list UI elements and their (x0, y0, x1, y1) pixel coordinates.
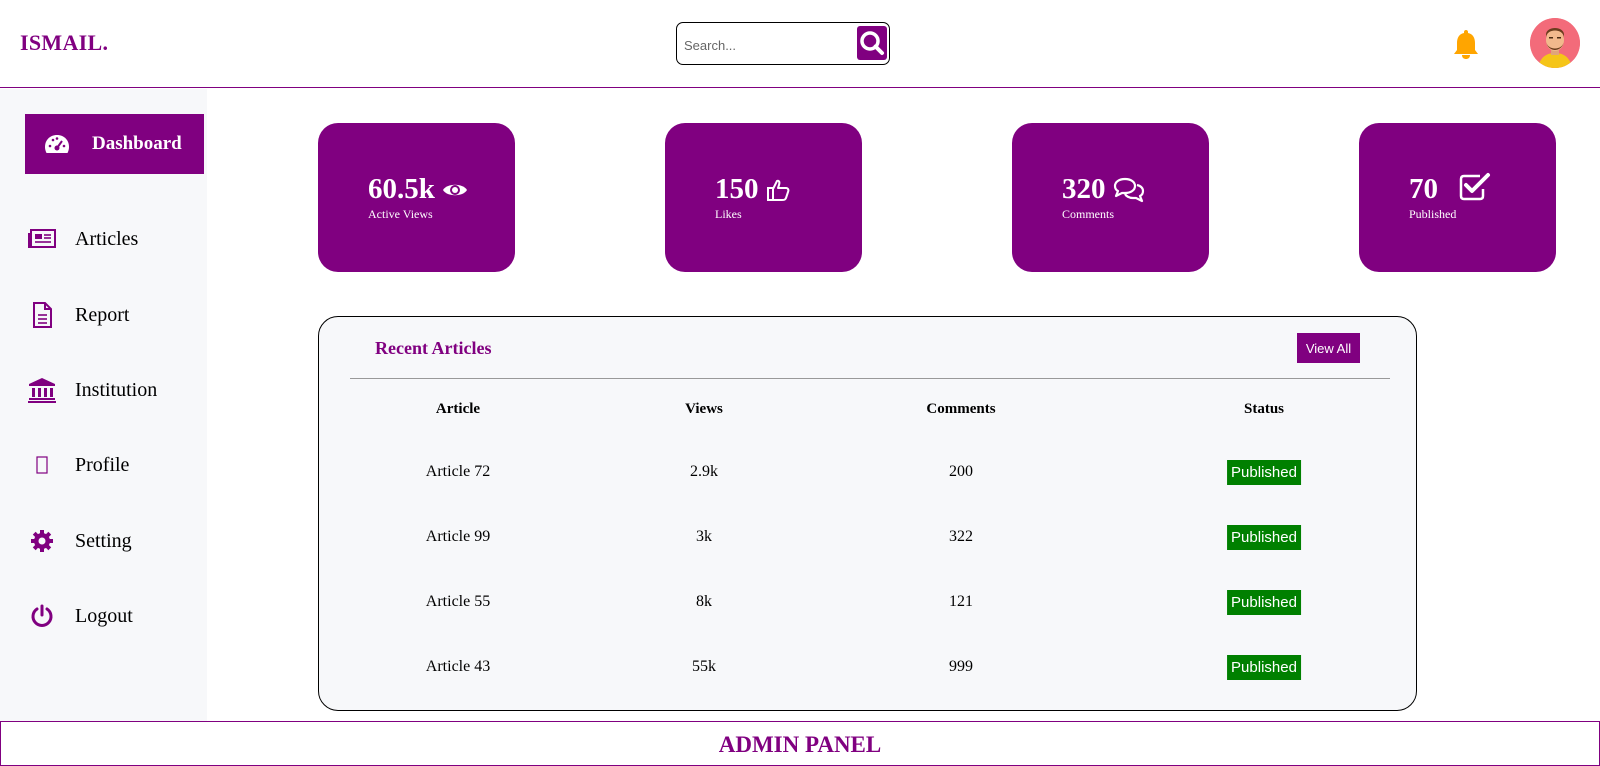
stat-label: Published (1409, 207, 1457, 221)
cell-comments: 121 (949, 593, 973, 610)
sidebar-item-label: Articles (75, 227, 139, 250)
avatar[interactable] (1530, 18, 1580, 68)
stat-card-likes: 150 Likes (665, 123, 862, 272)
stat-value: 60.5k (368, 173, 435, 205)
stat-value: 150 (715, 173, 759, 205)
cell-article: Article 43 (425, 658, 491, 675)
cell-article: Article 99 (425, 528, 491, 545)
status-badge: Published (1227, 655, 1301, 680)
search-box (676, 22, 890, 65)
column-header-status[interactable]: Status (1244, 401, 1284, 418)
search-button[interactable] (857, 26, 887, 60)
brand-logo[interactable]: ISMAIL. (20, 30, 108, 56)
sidebar-item-institution[interactable]: Institution (25, 360, 205, 420)
column-header-views[interactable]: Views (685, 401, 723, 418)
gear-icon (27, 526, 57, 556)
status-badge: Published (1227, 525, 1301, 550)
sidebar-item-label: Report (75, 303, 130, 326)
stat-label: Active Views (368, 207, 433, 221)
sidebar: Dashboard Articles Report Institution Pr… (0, 89, 207, 721)
top-header: ISMAIL. (0, 0, 1600, 88)
bank-icon (27, 375, 57, 405)
cell-comments: 322 (949, 528, 973, 545)
stat-card-views: 60.5k Active Views (318, 123, 515, 272)
power-icon (27, 601, 57, 631)
cell-views: 2.9k (690, 463, 718, 480)
sidebar-item-profile[interactable]: Profile (25, 435, 205, 495)
newspaper-icon (27, 224, 57, 254)
cell-comments: 999 (949, 658, 973, 675)
check-square-icon (1459, 172, 1490, 200)
sidebar-item-report[interactable]: Report (25, 285, 205, 345)
cell-views: 8k (696, 593, 712, 610)
search-icon (860, 31, 884, 55)
cell-comments: 200 (949, 463, 973, 480)
stat-label: Comments (1062, 207, 1115, 221)
footer-title: ADMIN PANEL (718, 732, 882, 757)
sidebar-item-label: Institution (75, 378, 158, 401)
footer: ADMIN PANEL (0, 721, 1600, 766)
recent-articles-panel: Recent Articles View All Article Views C… (318, 316, 1417, 711)
sidebar-item-label: Logout (75, 604, 133, 627)
sidebar-item-dashboard[interactable]: Dashboard (25, 114, 204, 174)
dashboard-icon (42, 129, 72, 159)
sidebar-item-logout[interactable]: Logout (25, 586, 205, 646)
stat-label: Likes (715, 207, 742, 221)
sidebar-item-setting[interactable]: Setting (25, 511, 205, 571)
document-icon (27, 300, 57, 330)
cell-article: Article 55 (425, 593, 491, 610)
stat-value: 320 (1062, 173, 1106, 205)
column-header-article[interactable]: Article (436, 401, 480, 418)
sidebar-item-label: Setting (75, 529, 132, 552)
column-header-comments[interactable]: Comments (926, 401, 995, 418)
thumbs-up-icon (766, 179, 789, 201)
sidebar-item-articles[interactable]: Articles (25, 209, 205, 269)
comments-icon (1113, 177, 1144, 202)
stat-card-comments: 320 Comments (1012, 123, 1209, 272)
stat-card-published: 70 Published (1359, 123, 1556, 272)
cell-views: 55k (692, 658, 716, 675)
search-input[interactable] (684, 35, 844, 55)
status-badge: Published (1227, 590, 1301, 615)
status-badge: Published (1227, 460, 1301, 485)
divider (350, 378, 1390, 379)
eye-icon (442, 184, 467, 195)
cell-views: 3k (696, 528, 712, 545)
sidebar-item-label: Dashboard (92, 133, 182, 154)
sidebar-item-label: Profile (75, 453, 130, 476)
view-all-button[interactable]: View All (1297, 333, 1360, 363)
panel-title: Recent Articles (375, 338, 492, 358)
profile-icon (27, 450, 57, 480)
bell-icon[interactable] (1451, 28, 1481, 60)
cell-article: Article 72 (425, 463, 491, 480)
stat-value: 70 (1409, 173, 1438, 205)
